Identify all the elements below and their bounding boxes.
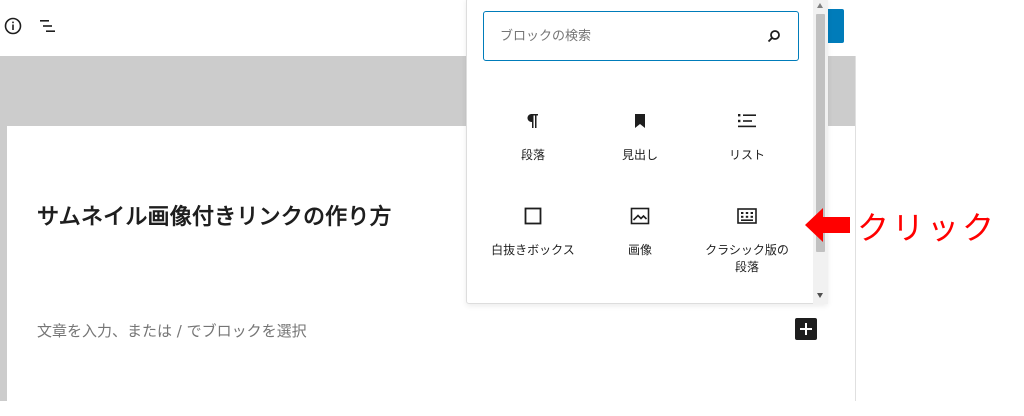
block-item-image[interactable]: 画像	[585, 204, 695, 259]
block-inserter-panel: 段落 見出し リスト 白抜きボックス	[466, 0, 828, 304]
block-label: リスト	[728, 148, 765, 162]
block-placeholder[interactable]: 文章を入力、または / でブロックを選択	[37, 320, 307, 341]
search-icon[interactable]	[766, 28, 782, 44]
bookmark-heading-icon	[585, 109, 695, 133]
list-view-icon[interactable]	[36, 14, 60, 38]
annotation-arrow-icon	[805, 208, 850, 242]
block-item-classic-paragraph[interactable]: クラシック版の段落	[692, 204, 802, 276]
list-icon	[692, 109, 802, 133]
paragraph-icon	[478, 109, 588, 133]
scroll-down-arrow-icon[interactable]	[817, 293, 823, 298]
square-icon	[478, 204, 588, 228]
block-label: 見出し	[621, 148, 658, 162]
block-item-paragraph[interactable]: 段落	[478, 109, 588, 164]
block-label: 画像	[627, 243, 652, 257]
inserter-scrollbar[interactable]	[813, 0, 828, 304]
block-item-list[interactable]: リスト	[692, 109, 802, 164]
canvas-divider	[855, 56, 856, 401]
block-label: 白抜きボックス	[491, 243, 575, 257]
block-search-field[interactable]	[483, 11, 799, 61]
info-icon[interactable]	[1, 14, 25, 38]
block-item-outline-box[interactable]: 白抜きボックス	[478, 204, 588, 259]
block-label: 段落	[520, 148, 545, 162]
block-item-heading[interactable]: 見出し	[585, 109, 695, 164]
canvas-background-left	[0, 126, 7, 401]
keyboard-icon	[692, 204, 802, 228]
scroll-up-arrow-icon[interactable]	[817, 3, 823, 8]
publish-button[interactable]	[826, 9, 844, 43]
add-block-button[interactable]	[795, 318, 817, 340]
image-icon	[585, 204, 695, 228]
post-title[interactable]: サムネイル画像付きリンクの作り方	[37, 199, 392, 231]
block-label: クラシック版の段落	[705, 243, 789, 274]
annotation-label: クリック	[857, 209, 998, 247]
plus-icon	[800, 323, 812, 335]
block-search-input[interactable]	[498, 27, 762, 45]
